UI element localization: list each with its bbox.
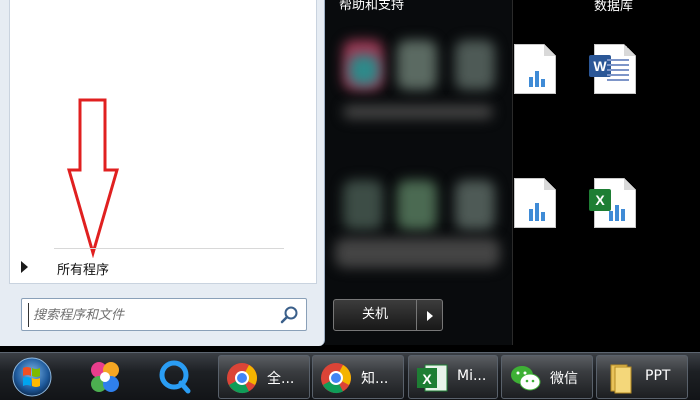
excel-file-icon: X — [589, 178, 636, 228]
excel-file-icon — [514, 178, 556, 228]
taskbar: 全... 知... X Mi... 微信 PPT — [0, 352, 700, 400]
taskbar-button-wechat[interactable]: 微信 — [501, 355, 593, 399]
app-pinwheel-icon[interactable] — [80, 357, 130, 397]
help-and-support-link[interactable]: 帮助和支持 — [339, 0, 404, 13]
taskbar-button-folder-ppt[interactable]: PPT — [596, 355, 688, 399]
search-box[interactable] — [21, 298, 307, 331]
programs-list — [9, 0, 317, 284]
start-button[interactable] — [9, 356, 55, 398]
taskbar-button-label: PPT — [645, 368, 671, 384]
shutdown-button[interactable]: 关机 — [333, 299, 417, 331]
desktop-word-file[interactable]: W — [589, 44, 646, 106]
taskbar-button-label: 知... — [361, 371, 389, 387]
chrome-icon — [227, 363, 257, 394]
start-menu-left-panel: 所有程序 — [0, 0, 325, 346]
taskbar-button-label: Mi... — [457, 368, 487, 384]
folder-icon — [610, 364, 632, 394]
desktop-label-database: 数据库 — [594, 0, 634, 14]
all-programs-label: 所有程序 — [57, 263, 110, 278]
shutdown-control: 关机 — [333, 299, 443, 331]
wechat-icon — [511, 366, 541, 391]
taskbar-button-chrome-2[interactable]: 知... — [312, 355, 404, 399]
search-input[interactable] — [28, 303, 273, 327]
excel-file-icon — [514, 44, 556, 94]
triangle-right-icon — [21, 261, 28, 273]
taskbar-button-label: 微信 — [550, 371, 578, 387]
separator — [54, 248, 284, 249]
app-search-q-icon[interactable] — [150, 357, 200, 397]
chrome-icon — [321, 363, 351, 394]
start-menu-right-column: 帮助和支持 关机 — [325, 0, 513, 345]
taskbar-button-label: 全... — [267, 371, 295, 387]
desktop-excel-file[interactable] — [506, 44, 562, 106]
desktop-excel-file[interactable] — [506, 178, 562, 240]
all-programs-button[interactable]: 所有程序 — [11, 256, 301, 278]
excel-icon: X — [417, 364, 448, 392]
shutdown-options-button[interactable] — [417, 299, 443, 331]
taskbar-button-excel[interactable]: X Mi... — [408, 355, 498, 399]
taskbar-button-chrome-1[interactable]: 全... — [218, 355, 310, 399]
word-file-icon: W — [589, 44, 636, 94]
desktop-excel-file[interactable]: X — [589, 178, 646, 240]
svg-text:X: X — [422, 371, 432, 387]
search-icon[interactable] — [280, 305, 300, 325]
red-arrow-annotation — [67, 98, 119, 258]
